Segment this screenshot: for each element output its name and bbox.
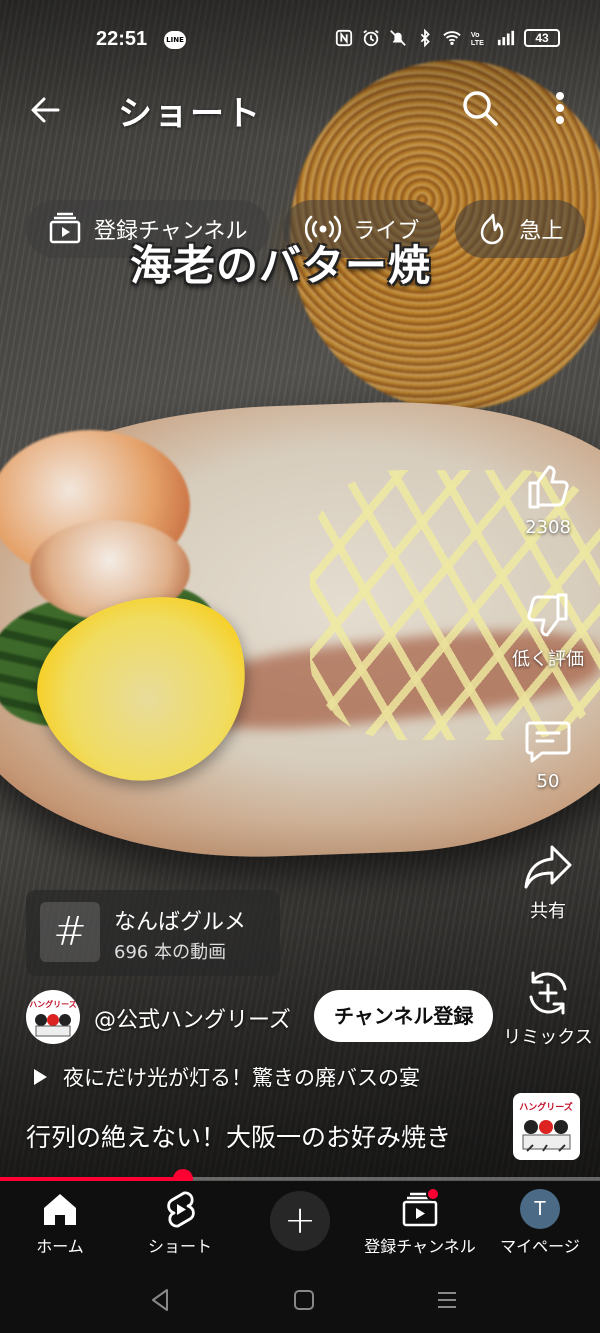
video-title[interactable]: 行列の絶えない！大阪一のお好み焼き xyxy=(26,1118,451,1154)
hashtag-video-count: 696 本の動画 xyxy=(114,942,227,963)
battery-icon: 43 xyxy=(524,29,560,47)
system-home-icon[interactable] xyxy=(289,1285,319,1315)
alarm-icon xyxy=(363,30,379,47)
hashtag-card[interactable]: # なんばグルメ 696 本の動画 xyxy=(26,890,280,976)
linked-video-title: 夜にだけ光が灯る！驚きの廃バスの宴 xyxy=(63,1066,420,1090)
trending-icon xyxy=(481,213,504,245)
create-icon: + xyxy=(284,1198,316,1242)
remix-label: リミックス xyxy=(503,1027,593,1048)
like-count: 2308 xyxy=(525,517,571,538)
channel-row: ハングリーズ @公式ハングリーズ チャンネル登録 xyxy=(26,990,506,1044)
system-navigation-bar xyxy=(0,1269,600,1333)
more-vert-icon[interactable] xyxy=(545,86,575,130)
channel-avatar[interactable]: ハングリーズ xyxy=(26,990,80,1044)
sound-logo: ハングリーズ xyxy=(519,1101,573,1152)
bluetooth-icon xyxy=(420,28,430,48)
thumbs-up-icon xyxy=(528,465,569,509)
status-bar: 22:51 LINE Vo LTE 43 xyxy=(0,22,600,58)
sound-logo-text: ハングリーズ xyxy=(519,1101,573,1113)
hashtag-name: なんばグルメ xyxy=(114,910,247,935)
create-button[interactable]: + xyxy=(270,1191,330,1251)
nav-my-page[interactable]: T マイページ xyxy=(480,1189,600,1257)
thumbs-down-icon xyxy=(527,593,568,637)
nav-label: ショート xyxy=(147,1237,212,1256)
search-icon[interactable] xyxy=(458,86,502,130)
status-icons: Vo LTE 43 xyxy=(335,28,560,48)
sound-thumbnail[interactable]: ハングリーズ xyxy=(513,1093,580,1160)
avatar: T xyxy=(520,1189,560,1229)
share-label: 共有 xyxy=(530,901,566,922)
remix-icon xyxy=(529,971,567,1015)
shorts-header: ショート xyxy=(0,80,600,136)
mute-icon xyxy=(390,30,406,46)
bottom-navigation: ホーム ショート + 登録チャンネル T マイページ xyxy=(0,1181,600,1269)
chip-label: 急上 xyxy=(519,219,564,244)
dislike-button[interactable]: 低く評価 xyxy=(496,589,600,671)
notification-dot xyxy=(426,1187,440,1201)
home-icon xyxy=(44,1194,76,1225)
chip-trending[interactable]: 急上 xyxy=(455,200,586,258)
page-title: ショート xyxy=(118,94,262,134)
signal-icon xyxy=(497,30,515,46)
nav-subscriptions[interactable]: 登録チャンネル xyxy=(360,1189,480,1257)
remix-button[interactable]: リミックス xyxy=(496,967,600,1049)
linked-video-row[interactable]: 夜にだけ光が灯る！驚きの廃バスの宴 xyxy=(34,1062,420,1092)
volte-icon: VoLTE xyxy=(471,30,484,47)
line-icon: LINE xyxy=(164,31,186,49)
dislike-label: 低く評価 xyxy=(512,649,584,670)
comments-button[interactable]: 50 xyxy=(496,715,600,792)
like-button[interactable]: 2308 xyxy=(496,461,600,538)
nav-label: マイページ xyxy=(500,1237,580,1256)
back-arrow-icon[interactable] xyxy=(24,88,68,132)
play-icon xyxy=(34,1069,47,1085)
status-time: 22:51 xyxy=(96,28,148,50)
nav-label: ホーム xyxy=(36,1237,84,1256)
video-overlay-caption: 海老のバター焼 xyxy=(130,241,432,290)
avatar-logo-text: ハングリーズ xyxy=(29,999,77,1009)
channel-name[interactable]: @公式ハングリーズ xyxy=(94,1002,291,1034)
nav-shorts[interactable]: ショート xyxy=(120,1189,240,1257)
nav-label: 登録チャンネル xyxy=(364,1237,476,1256)
comment-icon xyxy=(525,721,571,763)
svg-text:LTE: LTE xyxy=(471,38,484,47)
comment-count: 50 xyxy=(536,771,560,792)
wifi-icon xyxy=(443,31,461,46)
channel-logo: ハングリーズ xyxy=(29,999,77,1037)
nav-home[interactable]: ホーム xyxy=(0,1189,120,1257)
subscribe-button[interactable]: チャンネル登録 xyxy=(314,990,494,1042)
nfc-icon xyxy=(335,29,353,47)
hashtag-icon: # xyxy=(40,902,100,962)
system-back-icon[interactable] xyxy=(146,1285,176,1315)
share-button[interactable]: 共有 xyxy=(496,841,600,923)
share-icon xyxy=(524,845,572,889)
shorts-icon xyxy=(167,1191,195,1228)
subscriptions-icon xyxy=(49,212,81,244)
system-recents-icon[interactable] xyxy=(432,1285,462,1315)
